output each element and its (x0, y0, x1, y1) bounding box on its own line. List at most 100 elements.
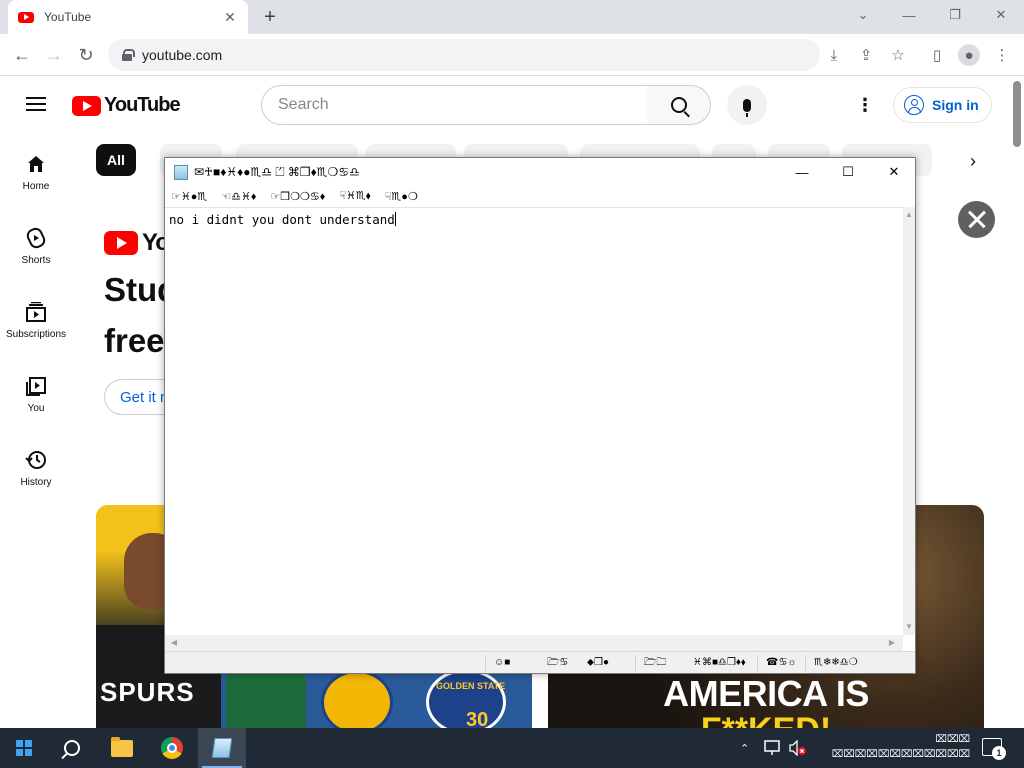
team-logo-badge (226, 673, 306, 728)
scroll-up-icon[interactable]: ▲ (903, 209, 915, 221)
status-cell: ♓⌘■♎❒♦⬧ (693, 657, 746, 668)
guide-item-home[interactable]: Home (0, 133, 72, 203)
guide-item-shorts[interactable]: Shorts (0, 207, 72, 277)
status-cell: ☺■ (485, 655, 539, 671)
chip-all[interactable]: All (96, 144, 136, 176)
history-icon (25, 449, 47, 471)
menu-item-view[interactable]: ☟♓♏⬧ (339, 189, 370, 203)
close-window-button[interactable]: ✕ (978, 0, 1024, 30)
taskbar-file-explorer[interactable] (98, 728, 146, 768)
youtube-play-icon (104, 231, 138, 255)
status-cell: 🗁♋ (547, 657, 569, 668)
tab-close-icon[interactable]: ✕ (222, 9, 238, 26)
status-cell: ⬥❒● (587, 657, 610, 668)
thumbnail-headline-2: F**KED! (548, 711, 984, 728)
badge-number: 30 (466, 709, 489, 728)
menu-item-format[interactable]: ☞❒❍❍♋♦ (270, 190, 325, 203)
restore-button[interactable]: ❐ (932, 0, 978, 30)
thumbnail-team-text: SPURS (100, 677, 195, 707)
scrollbar-thumb[interactable] (1013, 81, 1021, 147)
search-icon (670, 97, 687, 113)
guide-item-history[interactable]: History (0, 429, 72, 499)
guide-label: History (20, 477, 52, 488)
tray-overflow-icon[interactable]: ⌃ (740, 728, 749, 768)
tab-search-icon[interactable]: ⌄ (840, 0, 886, 30)
volume-muted-icon[interactable] (788, 728, 808, 768)
guide-item-subscriptions[interactable]: Subscriptions (0, 281, 72, 351)
thumbnail-headline: AMERICA IS (663, 673, 869, 714)
chrome-menu-icon[interactable]: ⋮ (991, 44, 1013, 66)
notepad-horizontal-scrollbar[interactable]: ◀ ▶ (165, 635, 903, 651)
search-icon (64, 740, 80, 756)
menu-item-file[interactable]: ☞♓●♏ (171, 190, 207, 203)
bookmark-star-icon[interactable]: ☆ (887, 44, 909, 66)
sign-in-button[interactable]: Sign in (893, 87, 992, 123)
notepad-menu-bar: ☞♓●♏ ☜♎♓♦ ☞❒❍❍♋♦ ☟♓♏⬧ ☟♏●❍ (165, 186, 915, 206)
new-tab-button[interactable]: + (258, 4, 282, 30)
youtube-masthead: YouTube Search ⋮ Sign in (0, 77, 1010, 133)
notepad-vertical-scrollbar[interactable]: ▲ ▼ (903, 207, 915, 635)
minimize-button[interactable]: — (886, 0, 932, 30)
notepad-status-bar: ☺■ 🗁♋ ⬥❒● 🗁🗀 ♓⌘■♎❒♦⬧ ☎♋☼ ♏❄❄♎❍ (165, 651, 915, 673)
voice-search-button[interactable] (727, 85, 767, 125)
home-icon (25, 153, 47, 175)
profile-avatar-icon[interactable]: ● (958, 44, 980, 66)
scroll-down-icon[interactable]: ▼ (903, 621, 915, 633)
tray-clock-date: ⌧⌧⌧⌧⌧⌧⌧⌧⌧⌧⌧⌧ (831, 749, 970, 760)
promo-close-icon[interactable] (958, 201, 995, 238)
back-icon[interactable]: ← (9, 42, 35, 68)
guide-label: You (27, 403, 45, 414)
taskbar-notepad[interactable] (198, 728, 246, 768)
search-button[interactable] (647, 85, 711, 125)
subscriptions-icon (25, 301, 47, 323)
address-bar[interactable]: youtube.com (108, 39, 820, 71)
guide-label: Subscriptions (5, 329, 67, 340)
text-caret (394, 212, 396, 226)
chevron-right-icon[interactable]: › (970, 151, 976, 172)
guide-label: Shorts (21, 255, 51, 266)
forward-icon[interactable]: → (41, 42, 67, 68)
tray-clock-time: ⌧⌧⌧ (935, 734, 970, 745)
youtube-logo[interactable]: YouTube (72, 94, 181, 117)
taskbar-chrome[interactable] (148, 728, 196, 768)
microphone-icon (743, 98, 751, 117)
screen: YouTube ✕ + ⌄ — ❐ ✕ ← → ↻ youtube.com ⤓ … (0, 0, 1024, 768)
reload-icon[interactable]: ↻ (73, 42, 99, 68)
browser-tab-youtube[interactable]: YouTube ✕ (8, 0, 248, 34)
shorts-icon (25, 227, 47, 249)
account-icon (904, 95, 924, 115)
settings-kebab-icon[interactable]: ⋮ (856, 93, 874, 117)
badge-text: GOLDEN STATE (436, 681, 506, 691)
sign-in-label: Sign in (932, 97, 979, 113)
guide-menu-icon[interactable] (26, 97, 46, 111)
start-button[interactable] (0, 728, 48, 768)
notepad-window: ✉♰■♦♓♦●♏♎ ⏍ ⌘❒♦♏❍♋♎ — ☐ ✕ ☞♓●♏ ☜♎♓♦ ☞❒❍❍… (164, 157, 916, 674)
taskbar-search-button[interactable] (48, 728, 96, 768)
network-icon[interactable] (764, 728, 782, 768)
menu-item-help[interactable]: ☟♏●❍ (385, 190, 418, 203)
windows-taskbar: ⌃ ⌧⌧⌧ ⌧⌧⌧⌧⌧⌧⌧⌧⌧⌧⌧⌧ 1 (0, 728, 1024, 768)
notifications-badge: 1 (992, 746, 1006, 760)
status-cell: ♏❄❄♎❍ (805, 655, 905, 671)
windows-logo-icon (16, 740, 32, 756)
guide-item-you[interactable]: You (0, 355, 72, 425)
scroll-right-icon[interactable]: ▶ (885, 635, 899, 651)
share-icon[interactable]: ⇪ (855, 44, 877, 66)
install-icon[interactable]: ⤓ (823, 44, 845, 66)
notepad-close-button[interactable]: ✕ (871, 158, 917, 186)
youtube-favicon-icon (18, 11, 34, 23)
status-cell: 🗁🗀 (635, 655, 685, 671)
notepad-minimize-button[interactable]: — (779, 158, 825, 186)
lock-icon[interactable] (122, 49, 135, 61)
notepad-text-area[interactable]: no i didnt you dont understand (165, 207, 903, 635)
youtube-play-icon (72, 95, 101, 116)
menu-item-edit[interactable]: ☜♎♓♦ (221, 190, 256, 203)
team-logo-badge (321, 670, 393, 728)
notepad-icon (174, 164, 188, 180)
side-panel-icon[interactable]: ▯ (926, 44, 948, 66)
tray-clock[interactable]: ⌧⌧⌧ ⌧⌧⌧⌧⌧⌧⌧⌧⌧⌧⌧⌧ (822, 732, 970, 764)
page-scrollbar[interactable] (1010, 77, 1024, 728)
notepad-maximize-button[interactable]: ☐ (825, 158, 871, 186)
search-input[interactable]: Search (261, 85, 648, 125)
scroll-left-icon[interactable]: ◀ (167, 635, 181, 651)
